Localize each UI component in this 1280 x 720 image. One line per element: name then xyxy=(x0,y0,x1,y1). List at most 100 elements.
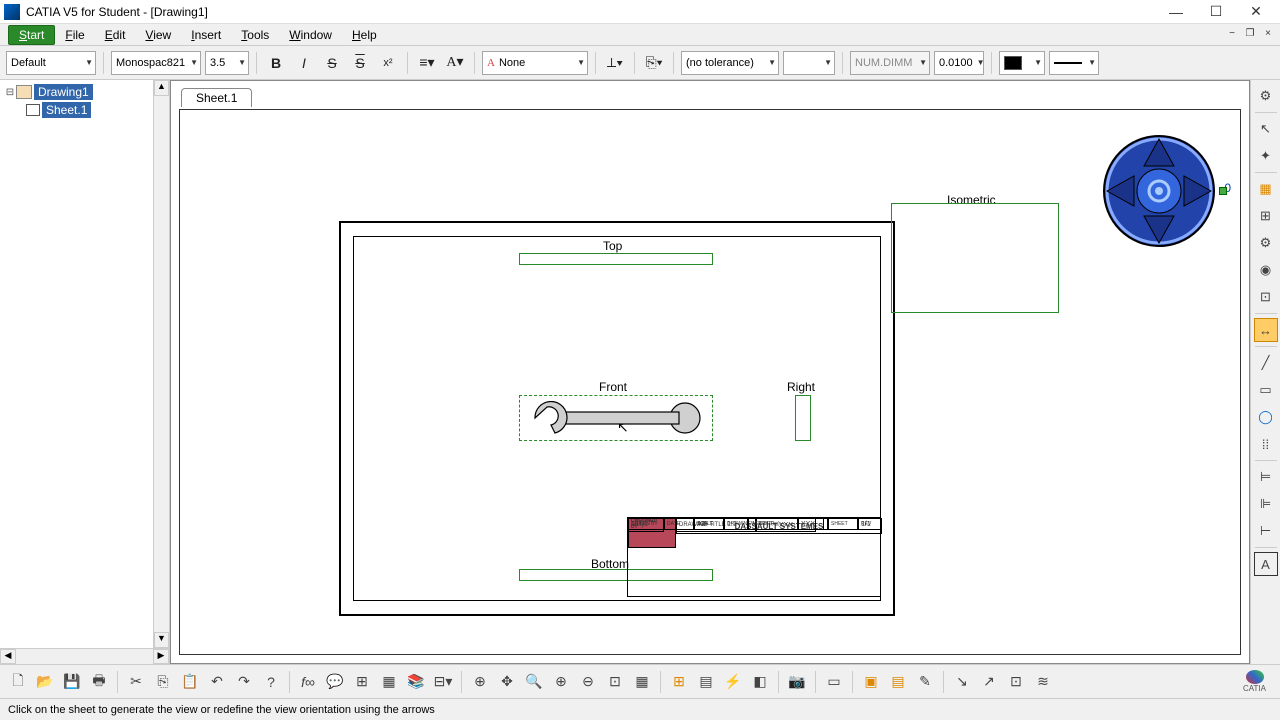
point-tool[interactable]: ⁞⁞ xyxy=(1254,432,1278,456)
menu-window[interactable]: Window xyxy=(279,26,342,44)
cut-button[interactable]: ✂ xyxy=(124,670,148,694)
projection-tool[interactable]: ⊞ xyxy=(1254,204,1278,228)
collapse-icon[interactable]: ⊟ xyxy=(4,87,16,98)
datum-tool[interactable]: ⊢ xyxy=(1254,519,1278,543)
line-tool[interactable]: ╱ xyxy=(1254,351,1278,375)
maximize-button[interactable]: ☐ xyxy=(1196,1,1236,23)
multiview-button[interactable]: ▦ xyxy=(630,670,654,694)
linetype-combo[interactable]: ▼ xyxy=(1049,51,1099,75)
redo-button[interactable]: ↷ xyxy=(232,670,256,694)
open-button[interactable]: 📂 xyxy=(33,670,57,694)
select-tool[interactable]: ↖ xyxy=(1254,117,1278,141)
sheet-button[interactable]: ▭ xyxy=(822,670,846,694)
minimize-button[interactable]: — xyxy=(1156,1,1196,23)
view-right[interactable] xyxy=(795,395,811,441)
anchor-button[interactable]: A▾ xyxy=(443,51,467,75)
save-button[interactable]: 💾 xyxy=(60,670,84,694)
undo-button[interactable]: ↶ xyxy=(205,670,229,694)
catalog-button[interactable]: 📚 xyxy=(404,670,428,694)
stack-dim-tool[interactable]: ⊫ xyxy=(1254,492,1278,516)
arrow1-button[interactable]: ↘ xyxy=(950,670,974,694)
layer-button[interactable]: ▤ xyxy=(694,670,718,694)
zoomout-button[interactable]: ⊖ xyxy=(576,670,600,694)
bold-button[interactable]: B xyxy=(264,51,288,75)
superscript-button[interactable]: x² xyxy=(376,51,400,75)
menu-help[interactable]: Help xyxy=(342,26,387,44)
tree-root-drawing[interactable]: ⊟ Drawing1 xyxy=(4,84,165,100)
mdi-restore[interactable]: ❐ xyxy=(1242,26,1258,42)
normal-button[interactable]: ⊡ xyxy=(603,670,627,694)
circle-tool[interactable]: ◯ xyxy=(1254,405,1278,429)
dimension-tool[interactable]: ↔ xyxy=(1254,318,1278,342)
mdi-minimize[interactable]: − xyxy=(1224,26,1240,42)
scroll-left-icon[interactable]: ◀ xyxy=(0,649,16,664)
rect-tool[interactable]: ▭ xyxy=(1254,378,1278,402)
view1-button[interactable]: ▣ xyxy=(859,670,883,694)
whatsthis-button[interactable]: ? xyxy=(259,670,283,694)
close-button[interactable]: ✕ xyxy=(1236,1,1276,23)
fitall-button[interactable]: ⊕ xyxy=(468,670,492,694)
size-combo[interactable]: 3.5▼ xyxy=(205,51,249,75)
menu-insert[interactable]: Insert xyxy=(181,26,231,44)
section-tool[interactable]: ⚙ xyxy=(1254,231,1278,255)
new-view-tool[interactable]: ▦ xyxy=(1254,177,1278,201)
view-isometric[interactable] xyxy=(891,203,1059,313)
scroll-right-icon[interactable]: ▶ xyxy=(153,649,169,664)
tree-vscroll[interactable]: ▲ ▼ xyxy=(153,80,169,648)
zoom-button[interactable]: 🔍 xyxy=(522,670,546,694)
image-button[interactable]: ⊟▾ xyxy=(431,670,455,694)
menu-edit[interactable]: Edit xyxy=(95,26,136,44)
detail-tool[interactable]: ◉ xyxy=(1254,258,1278,282)
justify-button[interactable]: ≡▾ xyxy=(415,51,439,75)
font-combo[interactable]: Monospac821▼ xyxy=(111,51,201,75)
italic-button[interactable]: I xyxy=(292,51,316,75)
arrow2-button[interactable]: ↗ xyxy=(977,670,1001,694)
snap-button[interactable]: ⚡ xyxy=(721,670,745,694)
grid-button[interactable]: ⊞ xyxy=(667,670,691,694)
new-button[interactable]: 🗋 xyxy=(6,670,30,694)
workbench-icon[interactable]: ⚙ xyxy=(1254,84,1278,108)
menu-view[interactable]: View xyxy=(135,26,181,44)
drawing-canvas[interactable]: Sheet.1 Top Front Right Bottom Isometric xyxy=(170,80,1250,664)
clip-tool[interactable]: ⊡ xyxy=(1254,285,1278,309)
geometry-tool[interactable]: ✦ xyxy=(1254,144,1278,168)
tolerance-value[interactable]: ▼ xyxy=(783,51,835,75)
dim-style-combo[interactable]: NUM.DIMM▼ xyxy=(850,51,930,75)
print-button[interactable]: 🖶 xyxy=(87,670,111,694)
insert-button[interactable]: ⎘▾ xyxy=(642,51,666,75)
text-tool[interactable]: A xyxy=(1254,552,1278,576)
overline-button[interactable]: S xyxy=(348,51,372,75)
render-button[interactable]: 📷 xyxy=(785,670,809,694)
tab-sheet1[interactable]: Sheet.1 xyxy=(181,88,252,107)
scroll-up-icon[interactable]: ▲ xyxy=(154,80,169,96)
symbol-button[interactable]: ⟂▾ xyxy=(603,51,627,75)
scroll-down-icon[interactable]: ▼ xyxy=(154,632,169,648)
color-combo[interactable]: ▼ xyxy=(999,51,1045,75)
menu-tools[interactable]: Tools xyxy=(231,26,279,44)
pan-button[interactable]: ✥ xyxy=(495,670,519,694)
break-button[interactable]: ≋ xyxy=(1031,670,1055,694)
paste-button[interactable]: 📋 xyxy=(178,670,202,694)
tree-sheet[interactable]: Sheet.1 xyxy=(4,102,165,118)
chain-dim-tool[interactable]: ⊨ xyxy=(1254,465,1278,489)
mdi-close[interactable]: × xyxy=(1260,26,1276,42)
tolerance-combo[interactable]: (no tolerance)▼ xyxy=(681,51,779,75)
view-top[interactable] xyxy=(519,253,713,265)
strike-button[interactable]: S xyxy=(320,51,344,75)
zoomin-button[interactable]: ⊕ xyxy=(549,670,573,694)
frame-combo[interactable]: ANone▼ xyxy=(482,51,588,75)
table-button[interactable]: ▦ xyxy=(377,670,401,694)
menu-file[interactable]: File xyxy=(55,26,94,44)
dim-value[interactable]: 0.0100▼ xyxy=(934,51,984,75)
compass-handle[interactable] xyxy=(1219,187,1227,195)
unfold-button[interactable]: ⊡ xyxy=(1004,670,1028,694)
comment-button[interactable]: 💬 xyxy=(323,670,347,694)
view2-button[interactable]: ▤ xyxy=(886,670,910,694)
formula-button[interactable]: f∞ xyxy=(296,670,320,694)
style-combo[interactable]: Default▼ xyxy=(6,51,96,75)
tree-hscroll[interactable]: ◀ ▶ xyxy=(0,648,169,664)
grid-snap-button[interactable]: ⊞ xyxy=(350,670,374,694)
view-compass[interactable]: 0 xyxy=(1099,131,1219,251)
copy-button[interactable]: ⎘ xyxy=(151,670,175,694)
hide-button[interactable]: ◧ xyxy=(748,670,772,694)
